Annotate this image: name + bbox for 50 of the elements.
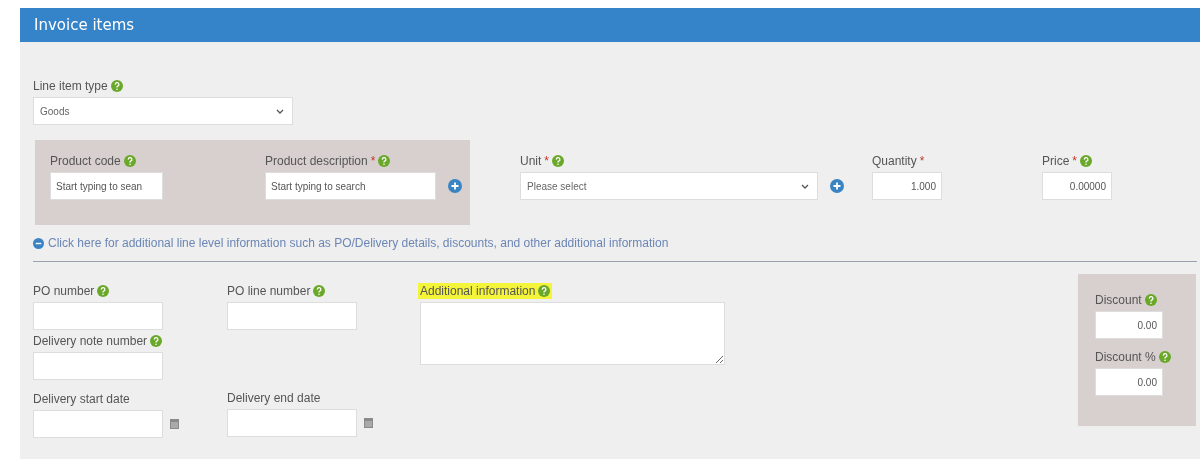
calendar-icon[interactable] xyxy=(170,419,179,429)
field-label: Product description xyxy=(265,154,368,168)
help-icon[interactable] xyxy=(313,285,326,297)
field-label: Line item type xyxy=(33,79,108,93)
field-label: Delivery start date xyxy=(33,392,130,406)
help-icon[interactable] xyxy=(538,285,551,297)
number-field[interactable]: 1.000 xyxy=(872,172,942,200)
required-mark: * xyxy=(919,154,925,168)
field-label: Delivery note number xyxy=(33,334,148,348)
date-field[interactable] xyxy=(33,410,163,438)
field-label: Delivery end date xyxy=(227,391,321,405)
field-label: Quantity xyxy=(872,154,917,168)
search-field[interactable]: Start typing to search xyxy=(265,172,436,200)
help-icon[interactable] xyxy=(123,155,136,167)
field-label: Unit xyxy=(520,154,542,168)
field-label: PO line number xyxy=(227,284,311,298)
field-label: PO number xyxy=(33,284,95,298)
field-label: Discount % xyxy=(1095,350,1156,364)
caret-icon xyxy=(276,108,284,114)
collapse-icon xyxy=(33,237,44,249)
field-label: Additional information xyxy=(420,284,536,298)
help-icon[interactable] xyxy=(1144,294,1157,306)
date-field[interactable] xyxy=(227,409,357,437)
number-field[interactable]: 0.00 xyxy=(1095,368,1163,396)
number-field[interactable]: 0.00 xyxy=(1095,311,1163,339)
help-icon[interactable] xyxy=(1080,155,1092,167)
text-field[interactable] xyxy=(33,302,163,330)
field-label: Discount xyxy=(1095,293,1142,307)
add-icon[interactable] xyxy=(448,179,462,193)
text-field[interactable] xyxy=(33,352,163,380)
help-icon[interactable] xyxy=(97,285,110,297)
type-dropdown[interactable]: Goods xyxy=(33,97,293,125)
text-field[interactable] xyxy=(227,302,357,330)
field-label: Price xyxy=(1042,154,1070,168)
unit-dropdown[interactable]: Please select xyxy=(520,172,818,200)
caret-icon xyxy=(801,183,809,189)
help-icon[interactable] xyxy=(110,80,123,92)
help-icon[interactable] xyxy=(150,335,163,347)
required-mark: * xyxy=(544,154,549,168)
help-icon[interactable] xyxy=(378,155,391,167)
add-icon[interactable] xyxy=(830,179,844,193)
required-mark: * xyxy=(1072,154,1077,168)
field-label: Product code xyxy=(50,154,121,168)
number-field[interactable]: 0.00000 xyxy=(1042,172,1112,200)
help-icon[interactable] xyxy=(1158,351,1171,363)
panel-title: Invoice items xyxy=(34,16,135,34)
calendar-icon[interactable] xyxy=(364,418,373,428)
required-mark: * xyxy=(370,154,376,168)
search-field[interactable]: Start typing to sean xyxy=(50,172,163,200)
help-icon[interactable] xyxy=(552,155,564,167)
